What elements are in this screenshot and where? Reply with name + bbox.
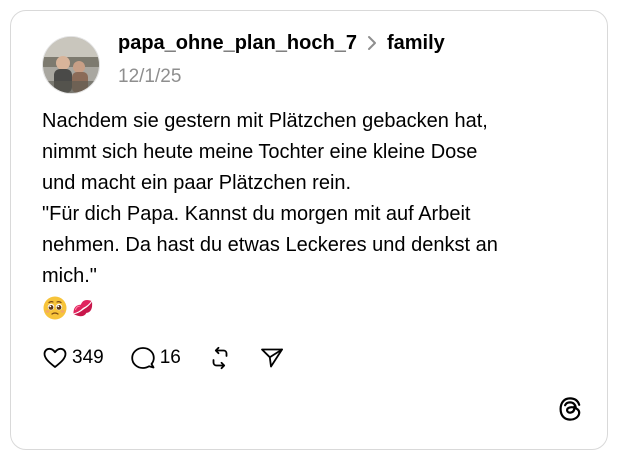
threads-logo-icon[interactable] xyxy=(557,396,583,422)
repost-button[interactable] xyxy=(207,345,233,371)
community-name[interactable]: family xyxy=(387,32,445,55)
share-button[interactable] xyxy=(259,345,285,371)
post-text-line: mich." xyxy=(42,265,97,287)
speech-bubble-icon xyxy=(131,347,155,369)
post-text-line: Nachdem sie gestern mit Plätzchen geback… xyxy=(42,110,488,132)
post-emojis xyxy=(42,295,96,321)
heart-icon xyxy=(43,347,67,368)
pleading-face-emoji xyxy=(42,295,68,321)
post-text-line: und macht ein paar Plätzchen rein. xyxy=(42,172,352,194)
like-button[interactable]: 349 xyxy=(42,345,104,371)
like-count: 349 xyxy=(72,347,104,368)
kiss-mark-emoji xyxy=(70,295,96,321)
reply-button[interactable]: 16 xyxy=(130,345,181,371)
post-text-line: nimmt sich heute meine Tochter eine klei… xyxy=(42,141,478,163)
post-timestamp[interactable]: 12/1/25 xyxy=(118,66,181,88)
post-text-line: "Für dich Papa. Kannst du morgen mit auf… xyxy=(42,203,471,225)
reply-count: 16 xyxy=(159,347,181,368)
author-username[interactable]: papa_ohne_plan_hoch_7 xyxy=(118,32,357,55)
avatar[interactable] xyxy=(42,36,100,94)
chevron-right-icon xyxy=(367,36,376,50)
post-text-line: nehmen. Da hast du etwas Leckeres und de… xyxy=(42,234,498,256)
send-icon xyxy=(260,348,283,368)
repost-icon xyxy=(212,346,228,370)
post-header: papa_ohne_plan_hoch_7 family xyxy=(118,30,445,56)
avatar-photo xyxy=(43,37,99,93)
post-actions: 349 16 xyxy=(42,343,285,373)
post-body: Nachdem sie gestern mit Plätzchen geback… xyxy=(42,106,582,292)
